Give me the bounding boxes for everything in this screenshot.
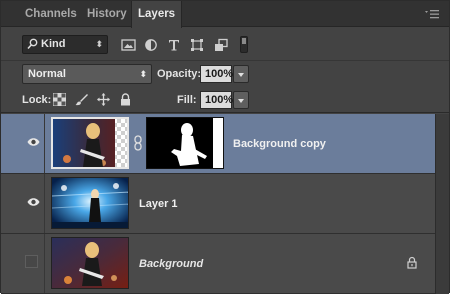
fill-dropdown-button[interactable] bbox=[233, 91, 249, 109]
blend-row: Normal ⬍ Opacity: 100% bbox=[1, 62, 449, 86]
search-icon bbox=[27, 38, 38, 50]
layers-scrollbar[interactable] bbox=[435, 114, 449, 294]
tab-layers[interactable]: Layers bbox=[131, 1, 183, 28]
lock-row: Lock: Fill: 100% bbox=[1, 86, 449, 113]
lock-transparent-pixels-icon[interactable] bbox=[53, 93, 66, 106]
lock-icon bbox=[407, 256, 417, 269]
visibility-cell[interactable] bbox=[1, 174, 45, 233]
layer-name[interactable]: Background copy bbox=[233, 114, 326, 174]
layer-row-background-copy[interactable]: Background copy bbox=[1, 114, 435, 174]
panel-menu-icon[interactable] bbox=[425, 10, 439, 19]
opacity-input[interactable]: 100% bbox=[200, 65, 233, 83]
filter-toggle-icon[interactable] bbox=[240, 36, 248, 53]
panel-tab-bar: Channels History Layers bbox=[1, 1, 449, 28]
eye-icon[interactable] bbox=[27, 137, 40, 147]
image-filter-icon[interactable] bbox=[121, 38, 137, 52]
layer-mask-thumbnail[interactable] bbox=[146, 117, 224, 169]
lock-position-icon[interactable] bbox=[97, 93, 110, 106]
opacity-dropdown-button[interactable] bbox=[233, 65, 249, 83]
filter-kind-select[interactable]: Kind ⬍ bbox=[22, 35, 108, 54]
layer-thumbnail[interactable] bbox=[51, 117, 129, 169]
filter-kind-label: Kind bbox=[41, 38, 66, 50]
visibility-toggle-empty[interactable] bbox=[25, 255, 38, 268]
opacity-label: Opacity: bbox=[157, 68, 202, 80]
blend-mode-value: Normal bbox=[28, 68, 66, 80]
tab-channels[interactable]: Channels bbox=[19, 1, 83, 27]
layer-row-background[interactable]: Background bbox=[1, 234, 435, 294]
layers-list: Background copy Layer 1 Background bbox=[1, 114, 449, 294]
type-filter-icon[interactable] bbox=[166, 38, 182, 52]
tab-history[interactable]: History bbox=[81, 1, 133, 27]
eye-icon[interactable] bbox=[27, 197, 40, 207]
layer-name[interactable]: Layer 1 bbox=[139, 174, 178, 234]
layer-name[interactable]: Background bbox=[139, 234, 203, 294]
chevron-updown-icon: ⬍ bbox=[139, 69, 147, 79]
layer-filter-row: Kind ⬍ bbox=[1, 28, 449, 61]
lock-label: Lock: bbox=[22, 94, 52, 106]
visibility-cell[interactable] bbox=[1, 234, 45, 293]
layers-panel: Channels History Layers Kind ⬍ Normal ⬍ … bbox=[0, 0, 450, 294]
visibility-cell[interactable] bbox=[1, 114, 45, 173]
layer-thumbnail[interactable] bbox=[51, 177, 129, 229]
lock-all-icon[interactable] bbox=[119, 93, 132, 106]
smart-object-filter-icon[interactable] bbox=[213, 38, 229, 52]
chevron-updown-icon: ⬍ bbox=[95, 39, 103, 49]
fill-label: Fill: bbox=[177, 94, 197, 106]
layer-thumbnail[interactable] bbox=[51, 237, 129, 289]
layer-row-layer-1[interactable]: Layer 1 bbox=[1, 174, 435, 234]
fill-input[interactable]: 100% bbox=[200, 91, 233, 109]
adjustment-filter-icon[interactable] bbox=[143, 38, 159, 52]
blend-mode-select[interactable]: Normal ⬍ bbox=[22, 64, 152, 84]
shape-filter-icon[interactable] bbox=[189, 38, 205, 52]
lock-image-pixels-icon[interactable] bbox=[75, 93, 88, 106]
link-icon[interactable] bbox=[134, 135, 142, 151]
